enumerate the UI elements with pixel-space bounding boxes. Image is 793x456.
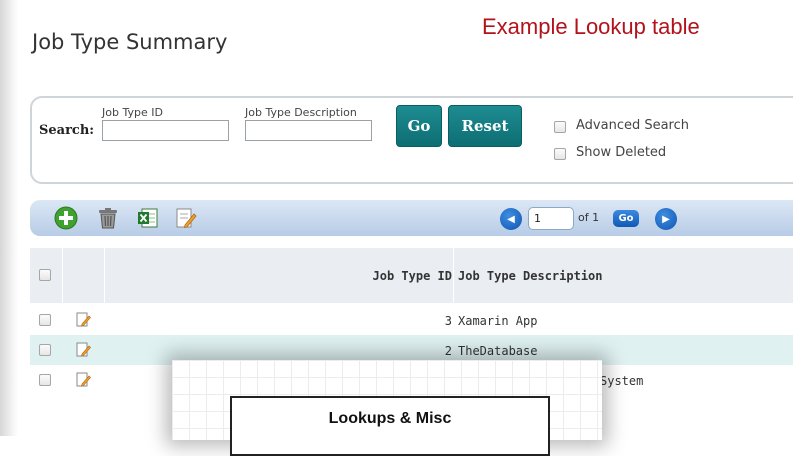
advanced-search-label: Advanced Search <box>576 118 690 133</box>
excel-export-icon[interactable] <box>136 206 160 230</box>
row-checkbox[interactable] <box>39 374 51 386</box>
cell-job-type-id: 2 <box>444 344 452 358</box>
page-count-text: of 1 <box>578 211 600 224</box>
delete-icon[interactable] <box>96 206 120 230</box>
lookups-diagram-overlay: Lookups & Misc <box>172 360 602 456</box>
job-type-description-input[interactable] <box>245 120 372 141</box>
show-deleted-label: Show Deleted <box>576 145 667 160</box>
cell-job-type-id: 3 <box>444 314 452 328</box>
table-row[interactable]: 3 Xamarin App <box>30 305 793 335</box>
column-header-job-type-description[interactable]: Job Type Description <box>458 269 603 283</box>
page-number-input[interactable]: 1 <box>528 207 574 230</box>
cell-job-type-description: System <box>600 374 644 388</box>
search-label: Search: <box>39 123 95 138</box>
select-all-checkbox[interactable] <box>39 269 51 281</box>
row-edit-icon[interactable] <box>76 342 91 357</box>
column-divider <box>453 248 454 303</box>
annotation-caption: Example Lookup table <box>482 14 700 39</box>
lookups-diagram-box: Lookups & Misc <box>230 396 550 456</box>
left-edge-shadow <box>0 0 18 436</box>
grid-toolbar: ◀ 1 of 1 Go ▶ <box>30 200 793 236</box>
advanced-search-checkbox[interactable] <box>554 121 566 133</box>
row-edit-icon[interactable] <box>76 312 91 327</box>
column-header-job-type-id[interactable]: Job Type ID <box>373 269 452 283</box>
lookups-diagram-title: Lookups & Misc <box>328 410 452 427</box>
show-deleted-checkbox[interactable] <box>554 148 566 160</box>
job-type-id-input[interactable] <box>102 120 229 141</box>
column-divider <box>62 248 63 303</box>
add-icon[interactable] <box>54 206 78 230</box>
page-title: Job Type Summary <box>32 30 228 54</box>
cell-job-type-description: Xamarin App <box>458 314 538 328</box>
cell-job-type-description: TheDatabase <box>458 344 538 358</box>
grid-header: Job Type ID Job Type Description <box>30 248 793 303</box>
job-type-description-label: Job Type Description <box>245 106 357 119</box>
row-edit-icon[interactable] <box>76 372 91 387</box>
row-checkbox[interactable] <box>39 314 51 326</box>
column-divider <box>104 248 105 303</box>
edit-form-icon[interactable] <box>174 206 198 230</box>
prev-page-icon[interactable]: ◀ <box>500 208 522 230</box>
next-page-icon[interactable]: ▶ <box>655 208 677 230</box>
go-button[interactable]: Go <box>396 105 442 147</box>
job-type-id-label: Job Type ID <box>102 106 163 119</box>
reset-button[interactable]: Reset <box>448 105 522 147</box>
row-checkbox[interactable] <box>39 344 51 356</box>
page-go-button[interactable]: Go <box>613 210 639 227</box>
search-panel: Search: Job Type ID Job Type Description… <box>30 96 793 184</box>
